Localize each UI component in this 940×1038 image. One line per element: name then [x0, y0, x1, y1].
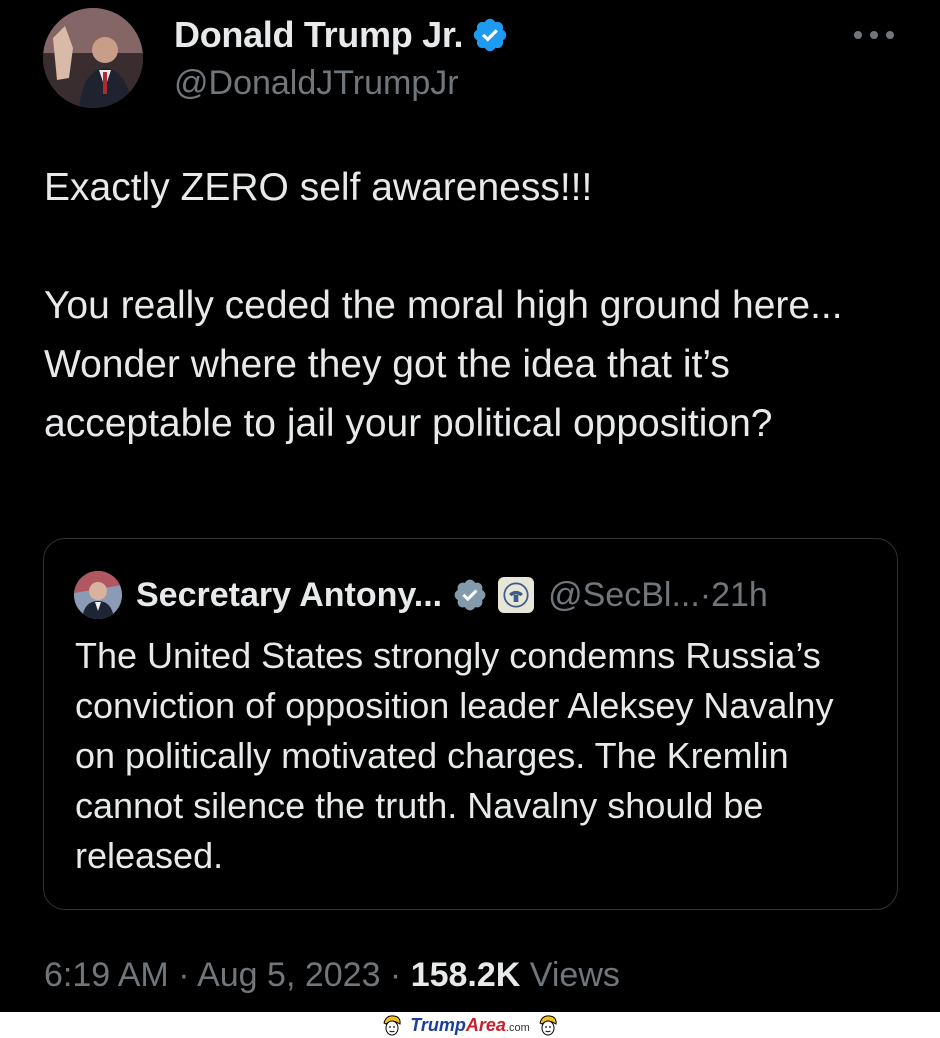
- quoted-timestamp[interactable]: 21h: [711, 576, 768, 615]
- quoted-tweet[interactable]: Secretary Antony... @SecBl... · 21h The …: [43, 538, 898, 910]
- meta-separator: ·: [168, 956, 198, 994]
- quoted-separator: ·: [699, 575, 712, 614]
- more-dot: [886, 31, 894, 39]
- watermark-logo: TrumpArea.com: [410, 1014, 530, 1035]
- views-count[interactable]: 158.2K: [411, 956, 521, 994]
- tweet-metadata: 6:19 AM · Aug 5, 2023 · 158.2K Views: [44, 956, 620, 995]
- quoted-author-handle[interactable]: @SecBl...: [548, 576, 700, 615]
- more-dot: [854, 31, 862, 39]
- author-handle[interactable]: @DonaldJTrumpJr: [174, 64, 459, 103]
- gray-verified-badge-icon[interactable]: [452, 577, 488, 613]
- caricature-face-icon: [539, 1015, 557, 1036]
- quoted-author-avatar[interactable]: [74, 571, 122, 619]
- more-options-icon[interactable]: [854, 20, 894, 50]
- government-seal-icon[interactable]: [498, 577, 535, 613]
- author-display-name[interactable]: Donald Trump Jr.: [174, 14, 464, 56]
- tweet-time[interactable]: 6:19 AM: [44, 956, 169, 994]
- quoted-author-display-name[interactable]: Secretary Antony...: [136, 576, 442, 615]
- author-avatar[interactable]: [43, 8, 143, 108]
- watermark-banner: TrumpArea.com: [0, 1012, 940, 1038]
- verified-badge-icon[interactable]: [471, 16, 509, 54]
- more-dot: [870, 31, 878, 39]
- avatar-photo-icon: [43, 8, 143, 108]
- views-label[interactable]: Views: [530, 956, 620, 994]
- caricature-face-icon: [383, 1015, 401, 1036]
- quoted-avatar-photo-icon: [74, 571, 122, 619]
- quoted-tweet-text: The United States strongly condemns Russ…: [75, 635, 834, 876]
- meta-separator: ·: [380, 956, 411, 994]
- tweet-date[interactable]: Aug 5, 2023: [197, 956, 380, 994]
- tweet-text: Exactly ZERO self awareness!!! You reall…: [44, 166, 843, 445]
- tweet-card[interactable]: Donald Trump Jr. @DonaldJTrumpJr Exactly…: [0, 0, 940, 1012]
